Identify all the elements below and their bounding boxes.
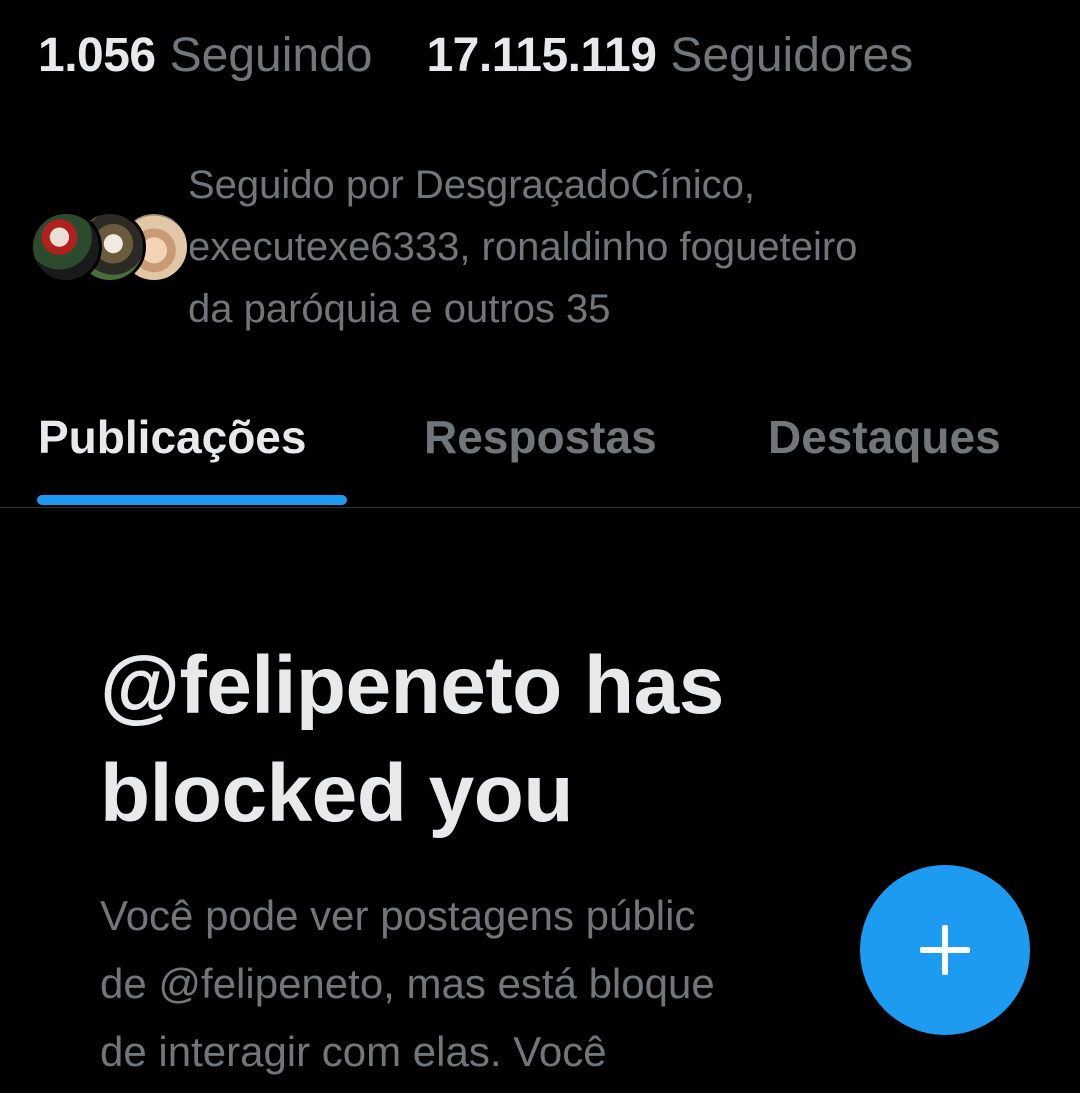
followed-by-line: executexe6333, ronaldinho fogueteiro [188,225,858,269]
tab-publicacoes[interactable]: Publicações [38,410,306,464]
blocked-title-line: blocked you [100,748,573,839]
blocked-title: @felipeneto has blocked you [100,632,1000,848]
following-link[interactable]: 1.056 Seguindo [38,28,372,83]
blocked-desc-line: de interagir com elas. Você [100,1028,607,1075]
avatar [30,211,102,283]
compose-post-button[interactable] [860,865,1030,1035]
blocked-title-line: @felipeneto has [100,640,724,731]
follow-stats: 1.056 Seguindo 17.115.119 Seguidores [38,28,913,83]
plus-icon [917,922,973,978]
follower-avatars [30,207,190,287]
profile-page: 1.056 Seguindo 17.115.119 Seguidores Seg… [0,0,1080,1093]
following-count: 1.056 [38,29,156,82]
followers-label: Seguidores [670,29,914,82]
following-label: Seguindo [169,29,373,82]
followers-link[interactable]: 17.115.119 Seguidores [426,28,913,83]
followed-by-line: da paróquia e outros 35 [188,287,611,331]
tab-respostas[interactable]: Respostas [424,410,657,464]
active-tab-indicator [37,495,347,505]
followed-by-link[interactable]: Seguido por DesgraçadoCínico, executexe6… [30,154,1050,340]
followed-by-text: Seguido por DesgraçadoCínico, executexe6… [188,154,857,340]
tab-destaques[interactable]: Destaques [768,410,1001,464]
followed-by-line: Seguido por DesgraçadoCínico, [188,163,756,207]
profile-tabs: Publicações Respostas Destaques [0,398,1080,508]
followers-count: 17.115.119 [426,29,657,82]
